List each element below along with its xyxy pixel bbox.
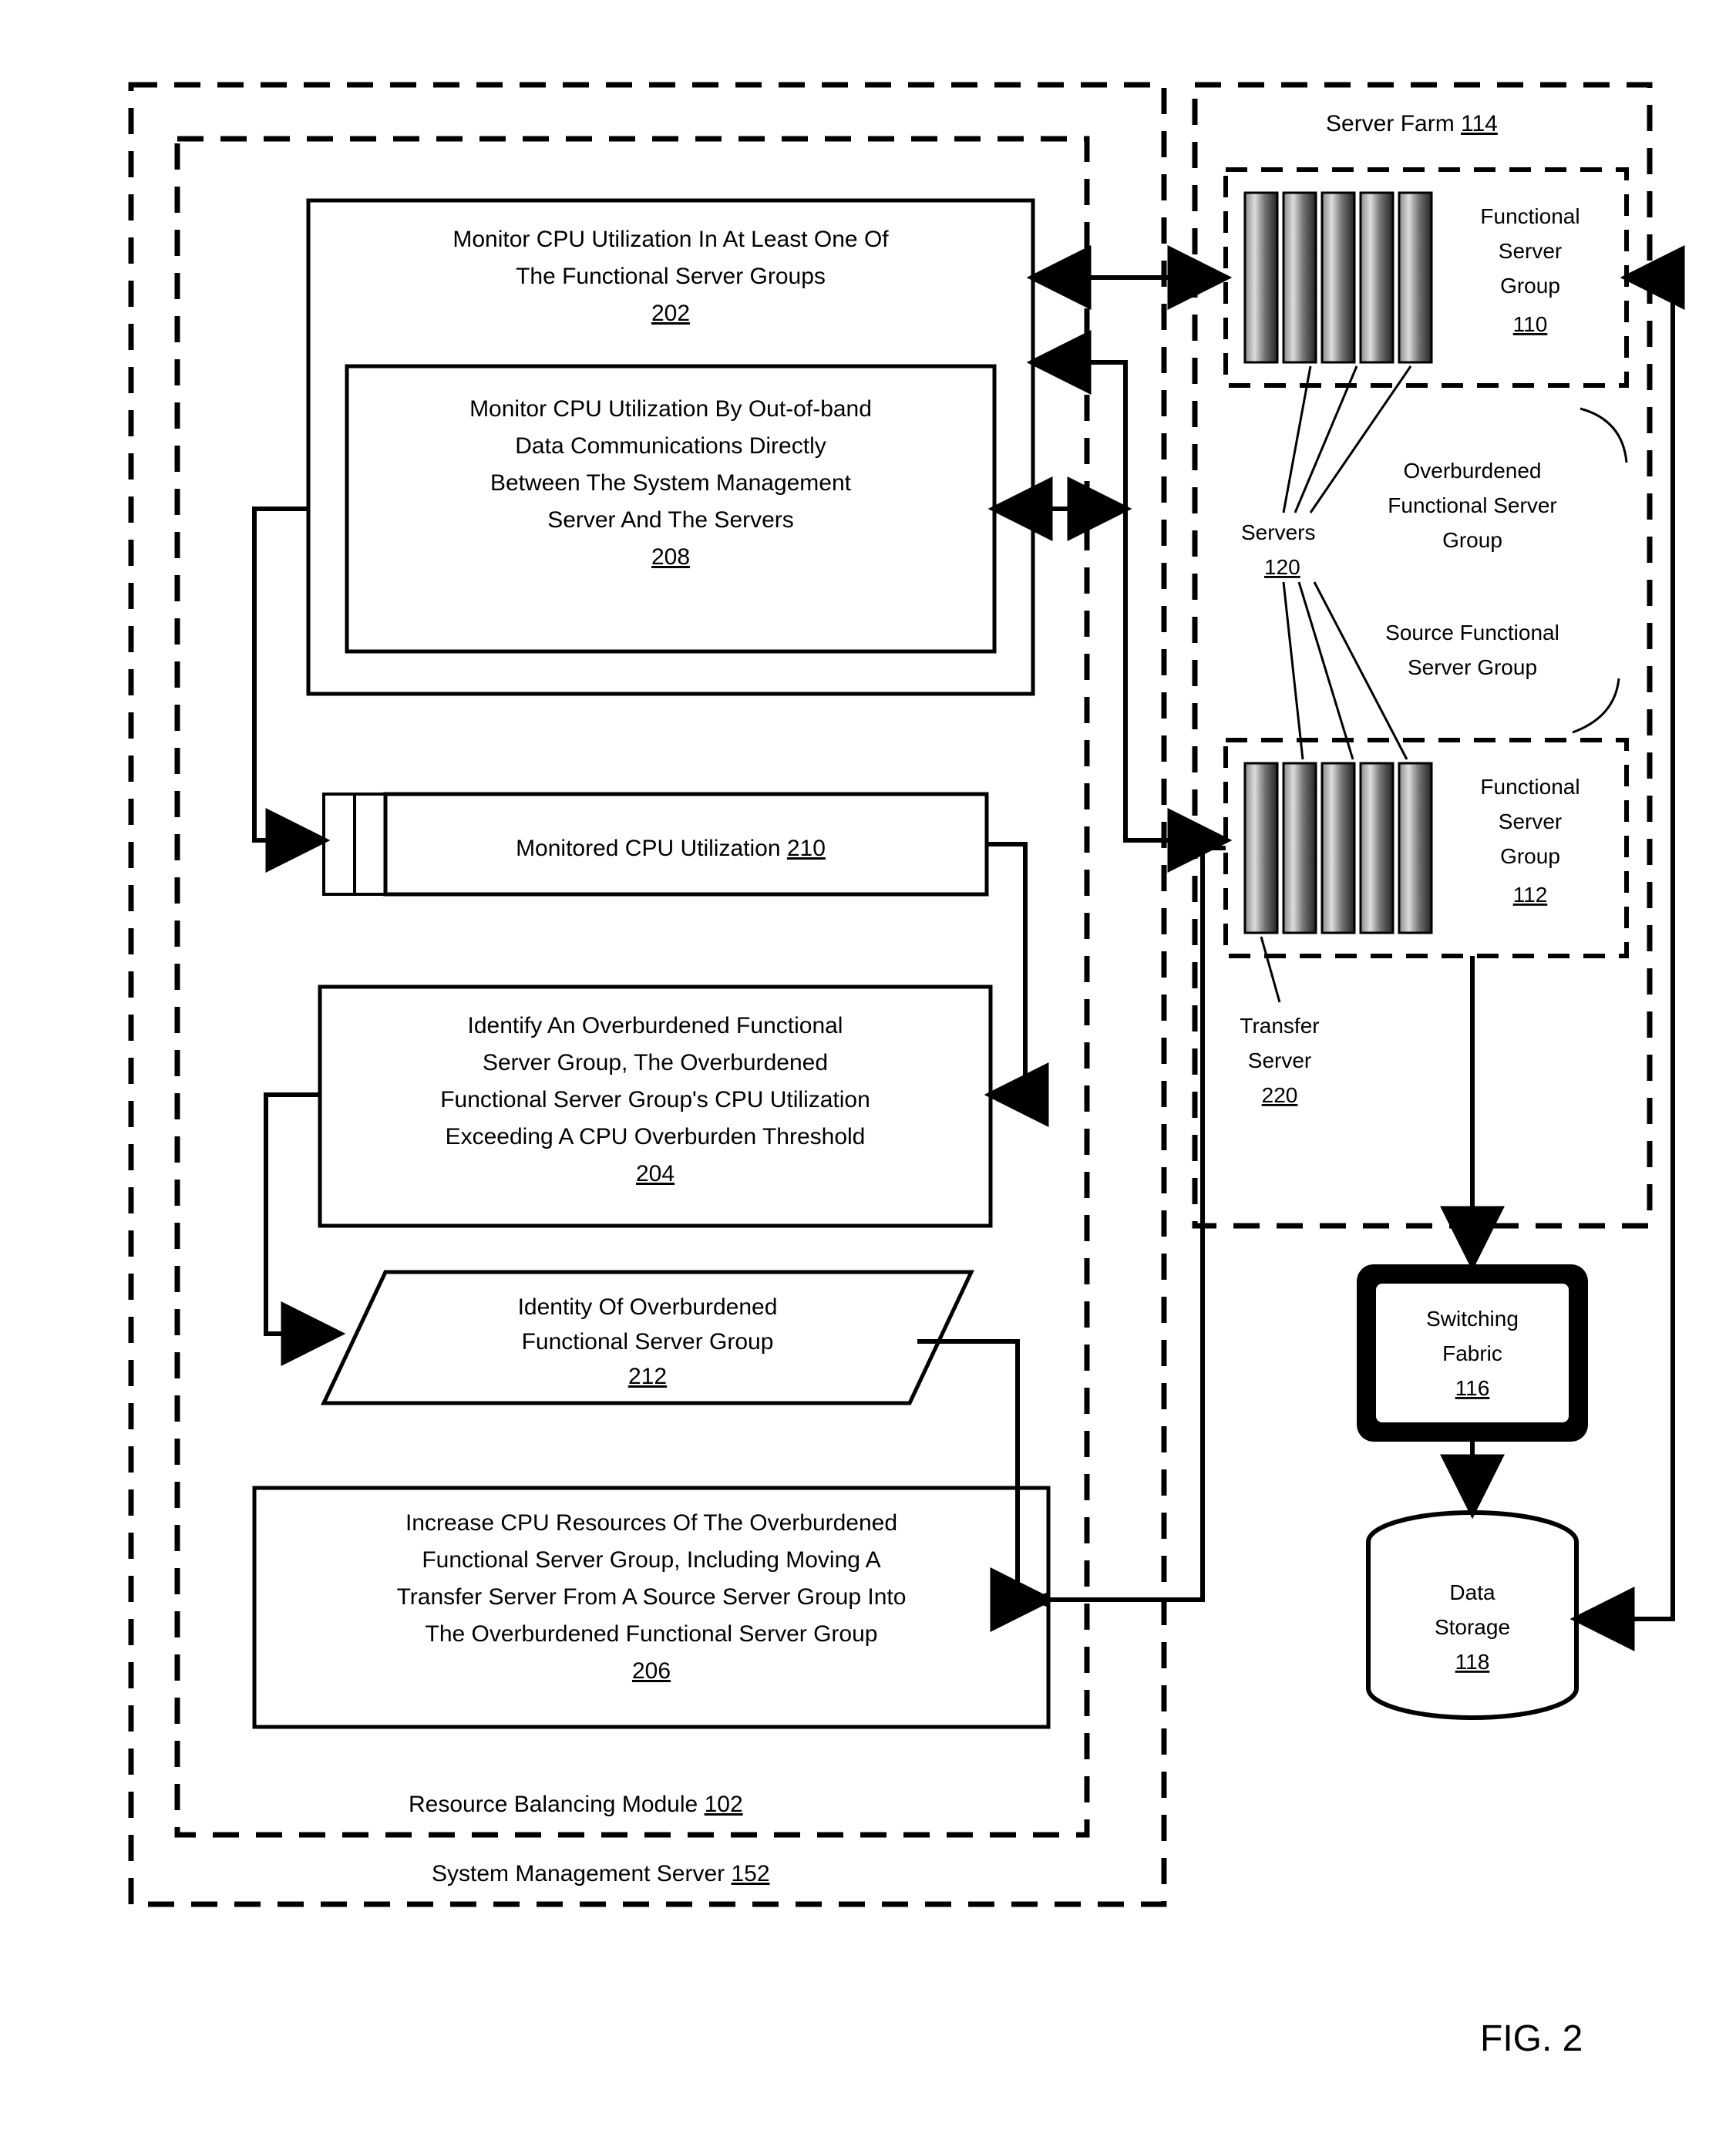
overburdened-l2: Functional Server [1388,493,1556,517]
step-increase-l4: The Overburdened Functional Server Group [426,1621,878,1647]
source-brace [1573,678,1619,732]
step-oob-ref: 208 [651,544,690,570]
overburdened-l1: Overburdened [1403,459,1541,483]
fsg112-l1: Functional [1480,775,1580,799]
step-monitor-ref: 202 [651,301,690,326]
step-oob-l4: Server And The Servers [547,507,794,533]
step-monitor-l1: Monitor CPU Utilization In At Least One … [453,227,889,252]
step-identify-l1: Identify An Overburdened Functional [468,1013,843,1038]
step-oob-l2: Data Communications Directly [515,433,826,459]
storage-ref: 118 [1455,1650,1490,1674]
monitored-util-label: Monitored CPU Utilization 210 [516,836,826,861]
figure-label: FIG. 2 [1480,2018,1583,2059]
step-identify-l3: Functional Server Group's CPU Utilizatio… [440,1087,870,1112]
servers-label: Servers [1241,520,1315,544]
step-identify-l2: Server Group, The Overburdened [483,1050,828,1075]
rbm-label: Resource Balancing Module 102 [409,1792,743,1817]
fsg110-l1: Functional [1480,204,1580,228]
step-identify-ref: 204 [636,1161,675,1186]
sms-label: System Management Server 152 [432,1861,770,1886]
switching-l2: Fabric [1442,1341,1502,1365]
conn-206-bus-up [1048,848,1203,1600]
source-l1: Source Functional [1385,621,1559,645]
server-rack-110 [1245,193,1432,362]
identity-l2: Functional Server Group [522,1329,774,1355]
identity-l1: Identity Of Overburdened [518,1294,778,1320]
fsg112-l2: Server [1499,809,1562,833]
overburdened-l3: Group [1442,528,1502,552]
step-oob-l1: Monitor CPU Utilization By Out-of-band [469,396,872,422]
source-l2: Server Group [1408,655,1537,679]
fsg110-ref: 110 [1513,312,1548,336]
switching-l1: Switching [1426,1307,1519,1331]
fsg110-l3: Group [1500,274,1560,298]
step-identify-l4: Exceeding A CPU Overburden Threshold [446,1124,866,1149]
step-increase-l1: Increase CPU Resources Of The Overburden… [405,1510,897,1536]
storage-l2: Storage [1435,1615,1510,1639]
switching-ref: 116 [1455,1376,1490,1400]
step-oob-l3: Between The System Management [490,470,852,496]
fsg112-l3: Group [1500,844,1560,868]
step-increase-l2: Functional Server Group, Including Movin… [422,1547,880,1573]
step-monitor-l2: The Functional Server Groups [516,264,826,289]
fsg110-l2: Server [1499,239,1562,263]
transfer-l1: Transfer [1240,1014,1319,1038]
server-farm-label: Server Farm 114 [1326,111,1498,136]
storage-l1: Data [1449,1580,1495,1604]
servers-ref: 120 [1264,555,1300,579]
server-rack-112 [1245,763,1432,933]
identity-ref: 212 [628,1364,667,1389]
transfer-ref: 220 [1262,1083,1298,1107]
step-increase-l3: Transfer Server From A Source Server Gro… [397,1584,907,1610]
fsg112-ref: 112 [1513,883,1548,907]
overburdened-brace [1580,409,1627,463]
step-increase-ref: 206 [632,1658,671,1684]
transfer-l2: Server [1248,1048,1311,1072]
